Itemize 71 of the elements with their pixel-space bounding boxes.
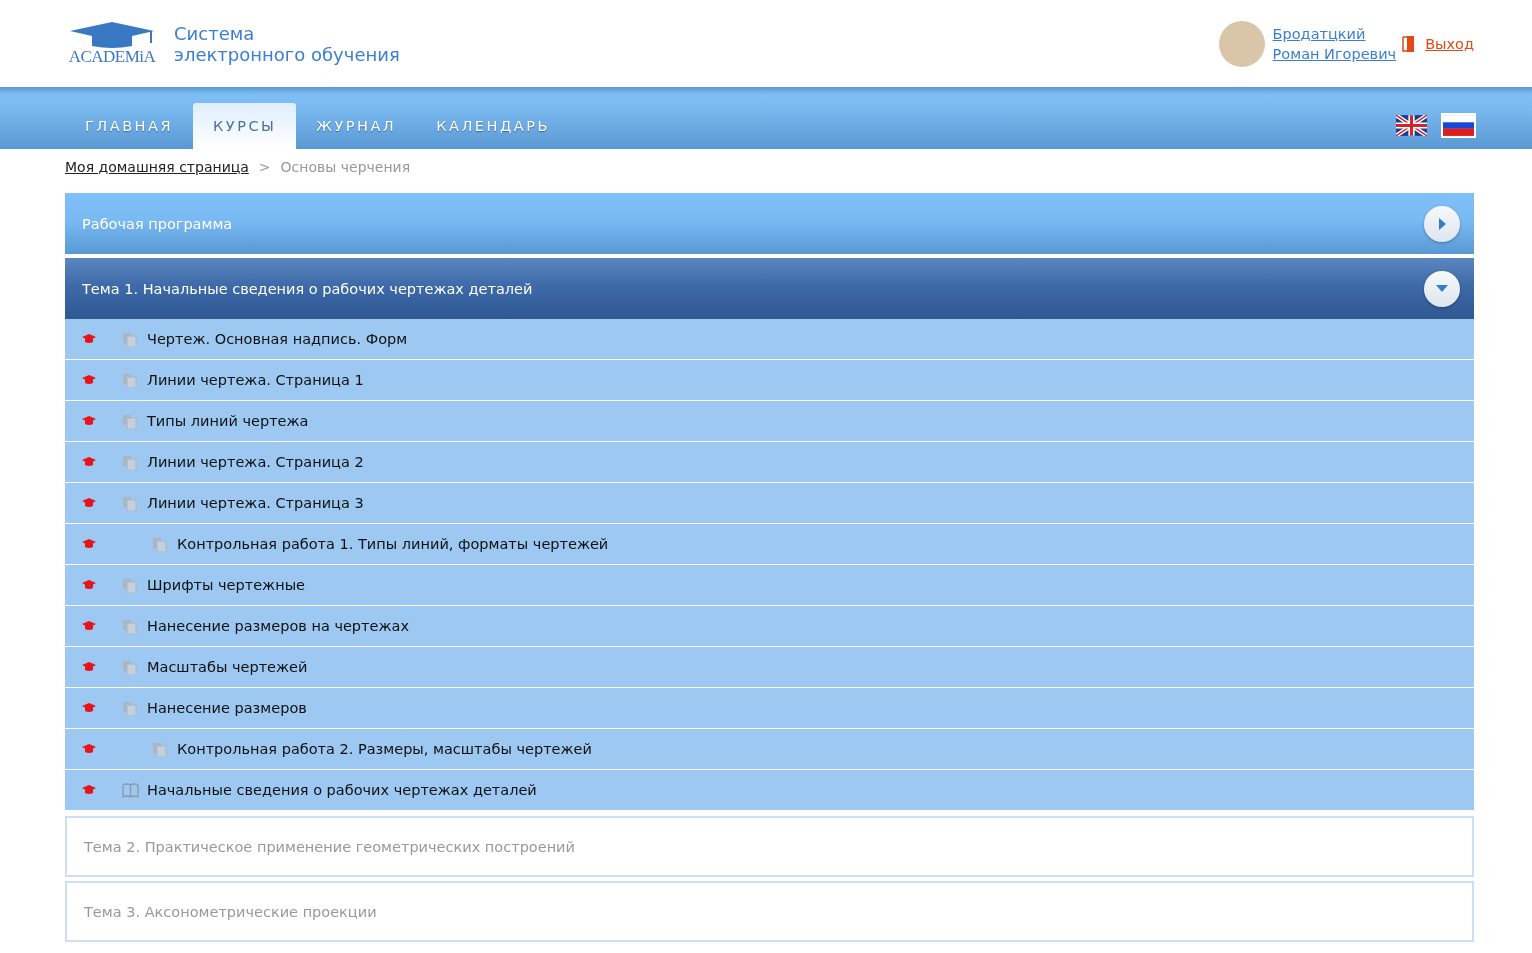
breadcrumb-link[interactable]: Моя домашняя страница	[65, 159, 249, 175]
pages-icon	[122, 454, 137, 470]
user-name-link[interactable]: Бродатцкий	[1272, 23, 1397, 44]
lesson-row[interactable]: Масштабы чертежей	[65, 647, 1474, 688]
graduation-cap-icon	[82, 334, 96, 344]
graduation-cap-icon	[82, 580, 96, 590]
section-title: Тема 2. Практическое применение геометрических построений	[84, 838, 575, 855]
lesson-title: Масштабы чертежей	[147, 659, 308, 675]
pages-icon	[122, 700, 137, 716]
lesson-row[interactable]: Чертеж. Основная надпись. Форм	[65, 319, 1474, 360]
caret-right-icon	[1438, 217, 1446, 230]
graduation-cap-icon	[82, 703, 96, 713]
graduation-cap-icon	[70, 22, 154, 48]
system-title: Система	[174, 22, 256, 44]
pages-icon	[122, 618, 137, 634]
lesson-title: Типы линий чертежа	[147, 413, 309, 429]
system-title: электронного обучения	[174, 43, 400, 65]
pages-icon	[122, 577, 137, 593]
lesson-title: Контрольная работа 1. Типы линий, форматы чертежей	[177, 536, 609, 552]
pages-icon	[152, 536, 167, 552]
graduation-cap-icon	[82, 662, 96, 672]
pages-icon	[122, 413, 137, 429]
russia-flag-icon[interactable]	[1443, 114, 1474, 136]
pages-icon	[122, 372, 137, 388]
logo-text: ACADEMiA	[68, 48, 156, 65]
lesson-row[interactable]: Типы линий чертежа	[65, 401, 1474, 442]
pages-icon	[122, 331, 137, 347]
section-title: Тема 3. Аксонометрические проекции	[84, 903, 377, 920]
lesson-title: Шрифты чертежные	[147, 577, 305, 593]
graduation-cap-icon	[82, 498, 96, 508]
breadcrumb-separator: >	[258, 159, 271, 175]
door-icon	[1402, 35, 1416, 52]
graduation-cap-icon	[82, 744, 96, 754]
lesson-row[interactable]: Нанесение размеров	[65, 688, 1474, 729]
expand-button[interactable]	[1424, 205, 1460, 242]
logout-link[interactable]: Выход	[1425, 35, 1474, 52]
lesson-row[interactable]: Начальные сведения о рабочих чертежах деталей	[65, 770, 1474, 811]
lesson-title: Линии чертежа. Страница 1	[147, 372, 364, 388]
lesson-row[interactable]: Линии чертежа. Страница 1	[65, 360, 1474, 401]
caret-down-icon	[1436, 285, 1448, 292]
collapse-button[interactable]	[1424, 270, 1460, 307]
book-icon	[122, 782, 139, 798]
lesson-title: Линии чертежа. Страница 2	[147, 454, 364, 470]
graduation-cap-icon	[82, 416, 96, 426]
graduation-cap-icon	[82, 457, 96, 467]
pages-icon	[122, 495, 137, 511]
lesson-row[interactable]: Шрифты чертежные	[65, 565, 1474, 606]
section-header[interactable]: Тема 1. Начальные сведения о рабочих чертежах деталей	[65, 258, 1474, 319]
uk-flag-icon[interactable]	[1396, 114, 1427, 136]
nav-tab[interactable]: КУРСЫ	[193, 103, 297, 149]
lesson-row[interactable]: Нанесение размеров на чертежах	[65, 606, 1474, 647]
lesson-row[interactable]: Линии чертежа. Страница 2	[65, 442, 1474, 483]
graduation-cap-icon	[82, 785, 96, 795]
user-name-link[interactable]: Роман Игоревич	[1272, 43, 1397, 64]
lesson-title: Контрольная работа 2. Размеры, масштабы чертежей	[177, 741, 592, 757]
section-title: Рабочая программа	[82, 215, 233, 232]
pages-icon	[152, 741, 167, 757]
lesson-title: Нанесение размеров на чертежах	[147, 618, 409, 634]
pages-icon	[122, 659, 137, 675]
lesson-row[interactable]: Контрольная работа 2. Размеры, масштабы чертежей	[65, 729, 1474, 770]
lesson-title: Чертеж. Основная надпись. Форм	[147, 331, 408, 347]
section-title: Тема 1. Начальные сведения о рабочих чертежах деталей	[82, 280, 533, 297]
lesson-title: Нанесение размеров	[147, 700, 307, 716]
lesson-title: Линии чертежа. Страница 3	[147, 495, 364, 511]
graduation-cap-icon	[82, 621, 96, 631]
lesson-row[interactable]: Линии чертежа. Страница 3	[65, 483, 1474, 524]
lesson-row[interactable]: Контрольная работа 1. Типы линий, форматы чертежей	[65, 524, 1474, 565]
graduation-cap-icon	[82, 539, 96, 549]
graduation-cap-icon	[82, 375, 96, 385]
breadcrumb-current: Основы черчения	[280, 159, 411, 175]
lesson-title: Начальные сведения о рабочих чертежах деталей	[147, 782, 537, 798]
